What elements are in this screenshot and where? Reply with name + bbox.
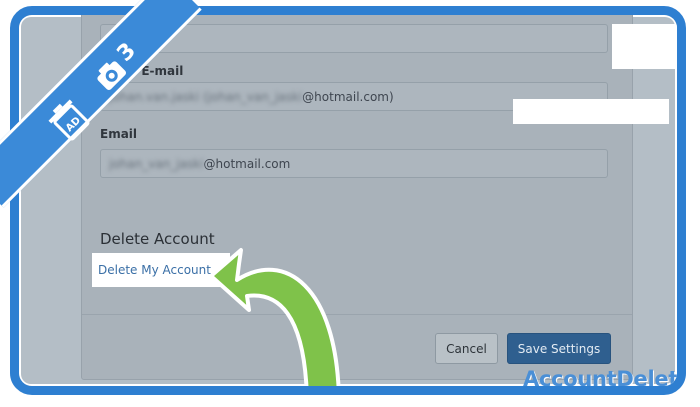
cancel-button[interactable]: Cancel — [435, 333, 498, 364]
login-email-blurred-text: johan.van.jaski (johan_van_jaski — [109, 90, 303, 104]
watermark-logo: AccountDeleters — [523, 367, 679, 391]
curved-arrow-icon — [209, 248, 341, 386]
email-blurred-text: johan_van_jaski — [109, 157, 204, 171]
tutorial-frame: johan Login E-mail johan.van.jaski (joha… — [10, 6, 686, 395]
white-mask-middle-right — [513, 99, 669, 124]
email-label: Email — [100, 127, 138, 141]
login-email-label: Login E-mail — [100, 64, 184, 78]
login-email-domain-text: @hotmail.com) — [302, 90, 394, 104]
email-domain-text: @hotmail.com — [203, 157, 291, 171]
email-field[interactable]: johan_van_jaski@hotmail.com — [100, 149, 608, 178]
white-mask-top-right — [612, 24, 677, 69]
save-settings-button[interactable]: Save Settings — [507, 333, 611, 364]
name-field[interactable]: johan — [100, 24, 608, 53]
bottom-white-patch — [195, 398, 335, 407]
name-field-value: johan — [109, 32, 143, 46]
